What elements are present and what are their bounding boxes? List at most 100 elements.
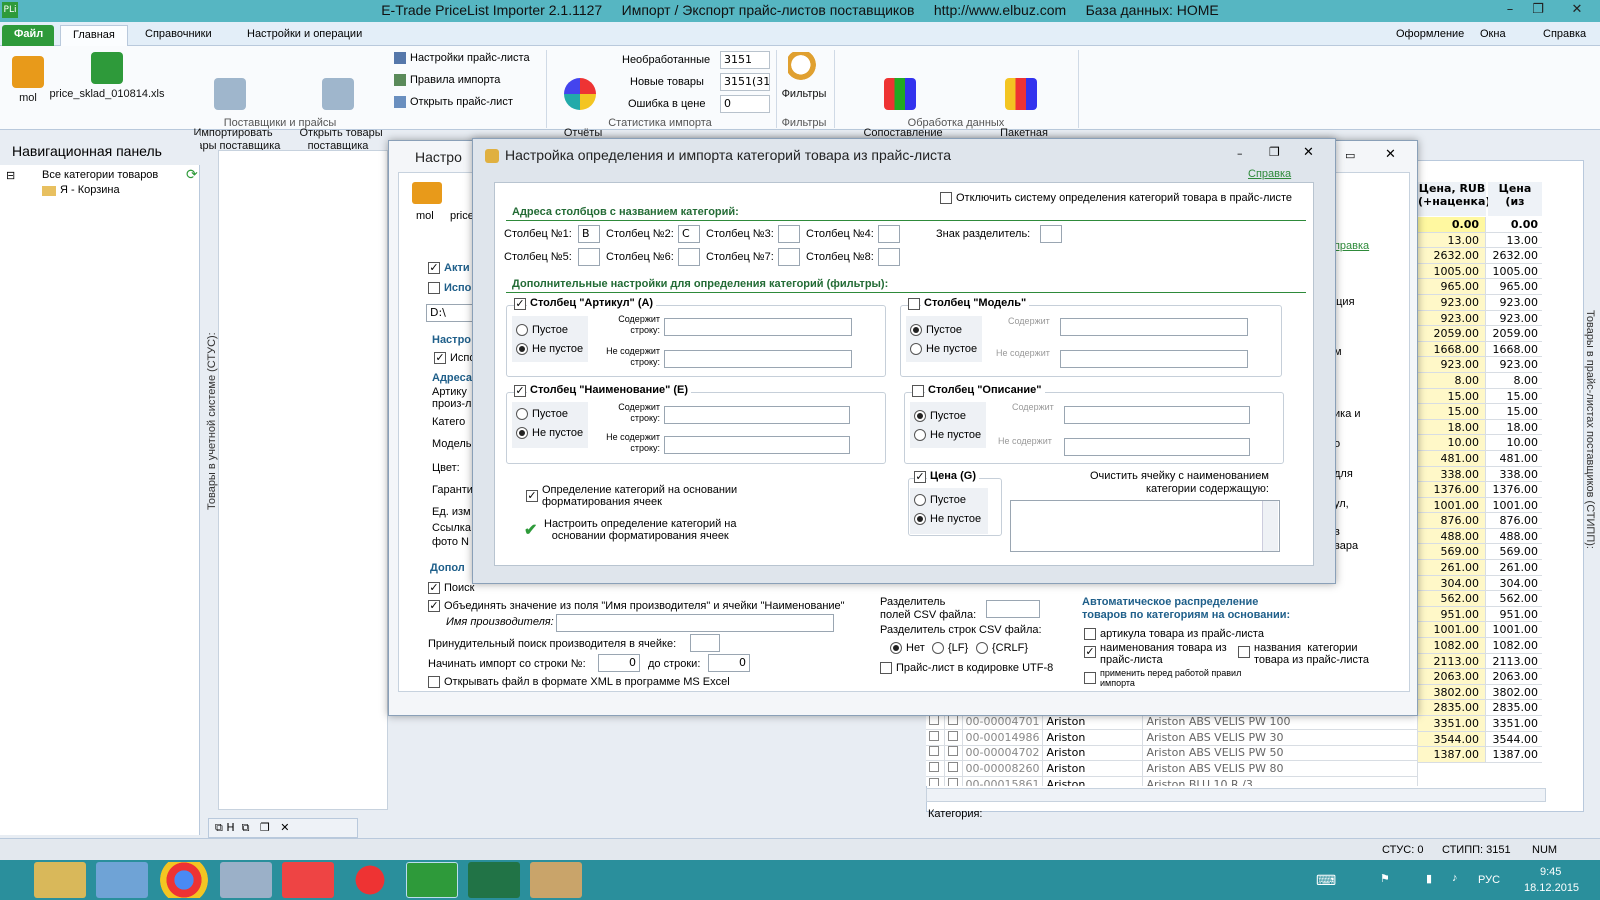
volume-icon[interactable]: ♪: [1452, 872, 1458, 884]
price-row[interactable]: 1376.00 1376.00: [1418, 482, 1542, 498]
paint-icon[interactable]: [530, 862, 582, 898]
desc-notcontains-input[interactable]: [1064, 438, 1250, 456]
tray-flag-icon[interactable]: ⚑: [1380, 872, 1390, 885]
article-notempty-radio[interactable]: [516, 343, 528, 355]
model-empty-radio[interactable]: [910, 324, 922, 336]
price-row[interactable]: 3802.00 3802.00: [1418, 684, 1542, 701]
row-checkbox[interactable]: [944, 729, 963, 746]
calculator-icon[interactable]: [220, 862, 272, 898]
tree-all-categories[interactable]: Все категории товаров: [42, 169, 158, 181]
name-notcontains-input[interactable]: [664, 436, 850, 454]
close-icon[interactable]: ✕: [1556, 0, 1598, 20]
model-contains-input[interactable]: [1060, 318, 1248, 336]
row-checkbox[interactable]: [926, 714, 945, 731]
row-checkbox[interactable]: [926, 745, 945, 762]
window-min-icon[interactable]: ▭: [1345, 149, 1355, 162]
article-notcontains-input[interactable]: [664, 350, 852, 368]
row-checkbox[interactable]: [944, 776, 963, 786]
price-row[interactable]: 923.00 923.00: [1418, 310, 1542, 327]
col1-input[interactable]: B: [578, 225, 600, 243]
manuf-name-input[interactable]: [556, 614, 834, 632]
price-row[interactable]: 2059.00 2059.00: [1418, 326, 1542, 342]
pricelist-settings-button[interactable]: Настройки прайс-листа: [394, 52, 530, 65]
dialog-close-icon[interactable]: ✕: [1303, 145, 1314, 160]
row-checkbox[interactable]: [944, 714, 963, 731]
tab-references[interactable]: Справочники: [133, 25, 224, 46]
use2-checkbox[interactable]: ✓: [434, 352, 446, 364]
model-notempty-radio[interactable]: [910, 343, 922, 355]
dialog-restore-icon[interactable]: ❐: [1269, 145, 1280, 159]
article-checkbox[interactable]: ✓: [514, 298, 526, 310]
search-checkbox[interactable]: ✓: [428, 582, 440, 594]
row-checkbox[interactable]: [926, 729, 945, 746]
row-checkbox[interactable]: [926, 760, 945, 777]
price-notempty-radio[interactable]: [914, 513, 926, 525]
chrome-icon[interactable]: [158, 862, 210, 898]
price-row[interactable]: 13.00 13.00: [1418, 232, 1542, 249]
network-icon[interactable]: ▮: [1426, 872, 1432, 885]
price-row[interactable]: 304.00 304.00: [1418, 575, 1542, 592]
col3-input[interactable]: [778, 225, 800, 243]
media-icon[interactable]: [96, 862, 148, 898]
auto-names-checkbox[interactable]: ✓: [1084, 646, 1096, 658]
row-checkbox[interactable]: [944, 760, 963, 777]
tray-lang[interactable]: РУС: [1478, 874, 1500, 886]
article-empty-radio[interactable]: [516, 324, 528, 336]
design-menu[interactable]: Оформление: [1396, 28, 1464, 40]
utf8-checkbox[interactable]: [880, 662, 892, 674]
open-goods-button[interactable]: Открыть товары поставщика: [290, 52, 386, 153]
price-row[interactable]: 569.00 569.00: [1418, 544, 1542, 561]
row-checkbox[interactable]: [944, 745, 963, 762]
price-row[interactable]: 923.00 923.00: [1418, 357, 1542, 373]
start-row-input[interactable]: 0: [598, 654, 640, 672]
format-setup-link[interactable]: Настроить определение категорий на основ…: [544, 518, 736, 542]
name-empty-radio[interactable]: [516, 408, 528, 420]
price-empty-radio[interactable]: [914, 494, 926, 506]
col6-input[interactable]: [678, 248, 700, 266]
price-row[interactable]: 0.00 0.00: [1418, 217, 1542, 233]
price-row[interactable]: 10.00 10.00: [1418, 435, 1542, 451]
to-row-input[interactable]: 0: [708, 654, 750, 672]
name-contains-input[interactable]: [664, 406, 850, 424]
explorer-icon[interactable]: [34, 862, 86, 898]
desc-contains-input[interactable]: [1064, 406, 1250, 424]
price-row[interactable]: 876.00 876.00: [1418, 513, 1542, 529]
table-row[interactable]: 00-00015861 Ariston Ariston BLU 10 R /3: [926, 776, 1418, 786]
col4-input[interactable]: [878, 225, 900, 243]
table-row[interactable]: 00-00008260 Ariston Ariston ABS VELIS PW 8…: [926, 760, 1418, 777]
desc-notempty-radio[interactable]: [914, 429, 926, 441]
price-row[interactable]: 923.00 923.00: [1418, 294, 1542, 311]
clear-textarea[interactable]: [1010, 500, 1280, 552]
sep-input[interactable]: [1040, 225, 1062, 243]
textarea-scrollbar[interactable]: [1262, 501, 1278, 551]
use-checkbox[interactable]: [428, 282, 440, 294]
auto-apply-checkbox[interactable]: [1084, 672, 1096, 684]
col2-input[interactable]: C: [678, 225, 700, 243]
model-checkbox[interactable]: [908, 298, 920, 310]
csv-no-radio[interactable]: [890, 642, 902, 654]
price-row[interactable]: 3544.00 3544.00: [1418, 731, 1542, 748]
restore-icon[interactable]: ❐: [1524, 0, 1552, 20]
refresh-icon[interactable]: ⟳: [186, 166, 198, 183]
col8-input[interactable]: [878, 248, 900, 266]
price-row[interactable]: 2835.00 2835.00: [1418, 700, 1542, 716]
name-notempty-radio[interactable]: [516, 427, 528, 439]
price-row[interactable]: 18.00 18.00: [1418, 419, 1542, 436]
model-notcontains-input[interactable]: [1060, 350, 1248, 368]
price-row[interactable]: 562.00 562.00: [1418, 591, 1542, 607]
price-row[interactable]: 8.00 8.00: [1418, 372, 1542, 389]
windows-menu[interactable]: Окна: [1480, 28, 1506, 40]
desc-empty-radio[interactable]: [914, 410, 926, 422]
col7-input[interactable]: [778, 248, 800, 266]
price-row[interactable]: 965.00 965.00: [1418, 279, 1542, 295]
yandex-icon[interactable]: [282, 862, 334, 898]
yandex-browser-icon[interactable]: [344, 862, 396, 898]
force-search-input[interactable]: [690, 634, 720, 652]
dialog-help-link[interactable]: Справка: [1248, 168, 1291, 180]
pli-app-icon[interactable]: [406, 862, 458, 898]
filters-button[interactable]: Фильтры: [776, 52, 832, 101]
help-menu[interactable]: Справка: [1543, 28, 1586, 40]
desc-checkbox[interactable]: [912, 385, 924, 397]
import-rules-button[interactable]: Правила импорта: [394, 74, 500, 87]
col5-input[interactable]: [578, 248, 600, 266]
